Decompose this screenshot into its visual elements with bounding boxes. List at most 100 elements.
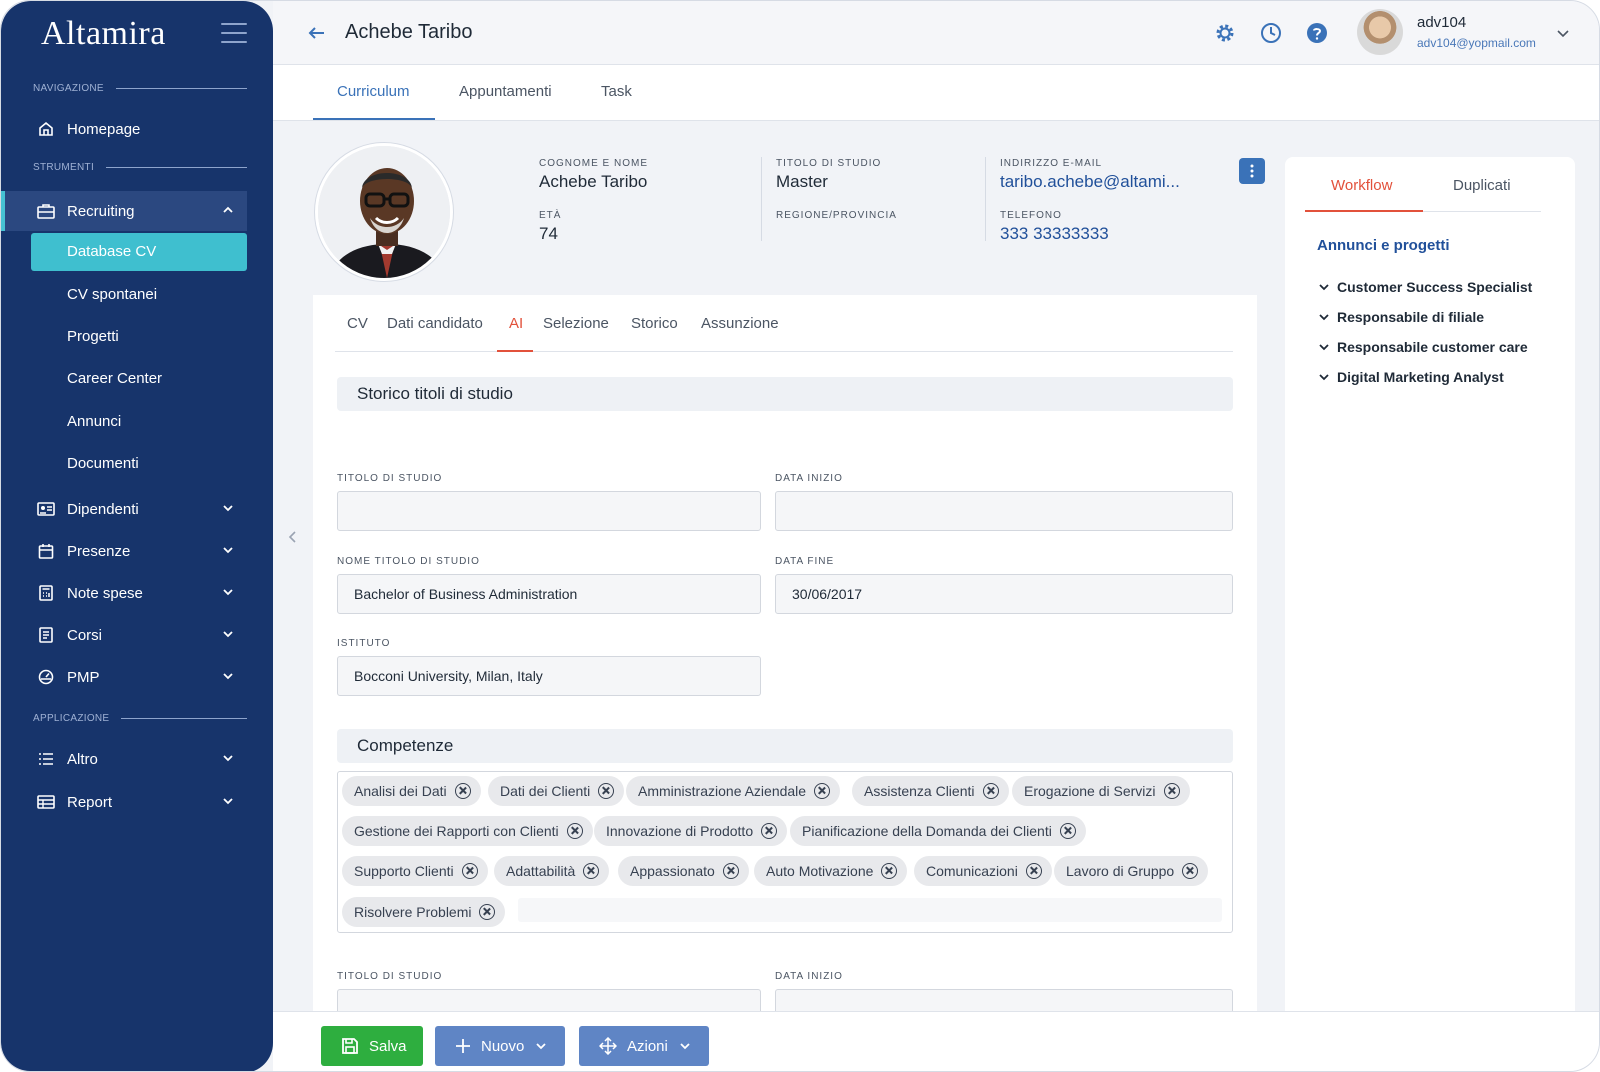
tab-workflow[interactable]: Workflow [1331,177,1392,194]
nome-titolo-input[interactable]: Bachelor of Business Administration [337,574,761,614]
tab-appuntamenti[interactable]: Appuntamenti [459,83,552,100]
skill-chip: Lavoro di Gruppo [1054,856,1209,886]
sidebar-item-recruiting[interactable]: Recruiting [1,191,247,231]
remove-chip-icon[interactable] [722,863,739,879]
sidebar-item-presenze[interactable]: Presenze [1,531,247,571]
divider [761,157,762,241]
subtab-assunzione[interactable]: Assunzione [701,315,779,332]
chevron-left-icon[interactable] [287,529,299,545]
tab-duplicati[interactable]: Duplicati [1453,177,1511,194]
sidebar-sub-progetti[interactable]: Progetti [67,328,119,345]
remove-chip-icon[interactable] [598,783,615,799]
back-arrow-icon[interactable] [307,23,327,43]
save-button[interactable]: Salva [321,1026,423,1066]
sidebar-item-homepage[interactable]: Homepage [1,109,247,149]
tab-task[interactable]: Task [601,83,632,100]
nome-titolo-label: NOME TITOLO DI STUDIO [337,556,480,567]
sidebar-sub-documenti[interactable]: Documenti [67,455,139,472]
content-card: CV Dati candidato AI Selezione Storico A… [313,295,1257,1015]
sidebar-item-altro[interactable]: Altro [1,739,247,779]
app-logo: Altamira [41,15,166,52]
id-card-icon [37,500,55,518]
calculator-icon [37,584,55,602]
candidate-email[interactable]: taribo.achebe@altami... [1000,172,1180,192]
title-label: TITOLO DI STUDIO [776,158,882,169]
clock-icon[interactable] [1259,21,1283,45]
remove-chip-icon[interactable] [761,823,778,839]
subtab-ai[interactable]: AI [509,315,523,332]
remove-chip-icon[interactable] [881,863,898,879]
chevron-down-icon[interactable] [1555,25,1571,41]
subtab-cv[interactable]: CV [347,315,368,332]
book-icon [37,626,55,644]
titolo-studio-input[interactable] [337,491,761,531]
skill-chip: Assistenza Clienti [852,776,1009,806]
menu-icon[interactable] [221,23,247,43]
section-label-navigazione: NAVIGAZIONE [33,83,247,94]
project-item[interactable]: Customer Success Specialist [1317,279,1532,295]
actions-button[interactable]: Azioni [579,1026,709,1066]
skills-input[interactable]: Analisi dei Dati Dati dei Clienti Ammini… [337,771,1233,933]
sidebar-sub-career-center[interactable]: Career Center [67,370,162,387]
remove-chip-icon[interactable] [461,863,478,879]
user-name: adv104 [1417,14,1467,31]
chevron-down-icon [223,755,233,762]
subtab-selezione[interactable]: Selezione [543,315,609,332]
chevron-down-icon [223,673,233,680]
istituto-input[interactable]: Bocconi University, Milan, Italy [337,656,761,696]
subtab-dati-candidato[interactable]: Dati candidato [387,315,483,332]
chevron-up-icon [223,206,233,213]
age-label: ETÀ [539,210,562,221]
subtab-storico[interactable]: Storico [631,315,678,332]
gear-icon[interactable] [1213,21,1237,45]
project-item[interactable]: Responsabile di filiale [1317,309,1484,325]
tab-underline [313,118,435,120]
data-fine-label: DATA FINE [775,556,835,567]
tab-curriculum[interactable]: Curriculum [337,83,410,100]
region-label: REGIONE/PROVINCIA [776,210,897,221]
section-storico-titoli: Storico titoli di studio [337,377,1233,411]
remove-chip-icon[interactable] [1182,863,1199,879]
remove-chip-icon[interactable] [1163,783,1180,799]
save-icon [342,1038,358,1054]
titolo-studio-label: TITOLO DI STUDIO [337,473,443,484]
skill-chip: Comunicazioni [914,856,1052,886]
skill-chip: Innovazione di Prodotto [594,816,788,846]
user-avatar[interactable] [1357,9,1403,55]
sidebar-item-note-spese[interactable]: Note spese [1,573,247,613]
candidate-phone[interactable]: 333 33333333 [1000,224,1109,244]
remove-chip-icon[interactable] [1059,823,1076,839]
new-button[interactable]: Nuovo [435,1026,565,1066]
chevron-down-icon [536,1043,546,1050]
remove-chip-icon[interactable] [566,823,583,839]
more-options-button[interactable] [1239,158,1265,184]
remove-chip-icon[interactable] [583,863,600,879]
sidebar-item-dipendenti[interactable]: Dipendenti [1,489,247,529]
gauge-icon [37,668,55,686]
data-inizio-input[interactable] [775,491,1233,531]
sidebar-item-pmp[interactable]: PMP [1,657,247,697]
plus-icon [456,1039,470,1053]
sidebar-item-corsi[interactable]: Corsi [1,615,247,655]
project-item[interactable]: Responsabile customer care [1317,339,1528,355]
sidebar-item-report[interactable]: Report [1,782,247,822]
project-item[interactable]: Digital Marketing Analyst [1317,369,1504,385]
move-icon [599,1037,617,1055]
candidate-age: 74 [539,224,558,243]
remove-chip-icon[interactable] [454,783,471,799]
name-label: COGNOME E NOME [539,158,649,169]
data-fine-input[interactable]: 30/06/2017 [775,574,1233,614]
sidebar-sub-cv-spontanei[interactable]: CV spontanei [67,286,157,303]
rp-tab-underline [1305,210,1423,212]
remove-chip-icon[interactable] [1025,863,1042,879]
skill-text-input[interactable] [518,898,1222,922]
section-label-applicazione: APPLICAZIONE [33,713,247,724]
help-icon[interactable] [1305,21,1329,45]
remove-chip-icon[interactable] [814,783,831,799]
sidebar-sub-annunci[interactable]: Annunci [67,413,121,430]
sidebar-sub-database-cv[interactable]: Database CV [31,233,247,271]
skill-chip: Erogazione di Servizi [1012,776,1190,806]
remove-chip-icon[interactable] [982,783,999,799]
skill-chip: Adattabilità [494,856,610,886]
remove-chip-icon[interactable] [479,904,496,920]
